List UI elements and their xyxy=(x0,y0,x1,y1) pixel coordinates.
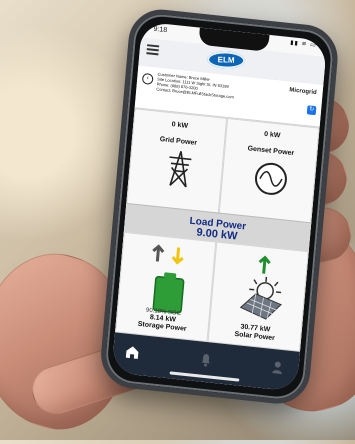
genset-power-value: 0 kW xyxy=(263,130,281,140)
app-screen: 9:18 ▮▮ ≋ ▭ ELM ‹ Customer Name: Bruce M… xyxy=(111,21,328,392)
status-icons: ▮▮ ≋ ▭ xyxy=(289,40,317,49)
home-icon[interactable] xyxy=(123,342,142,362)
info-icon[interactable]: ↻ xyxy=(306,105,317,116)
grid-power-card[interactable]: 0 kW Grid Power xyxy=(125,108,228,219)
back-arrow-icon[interactable]: ‹ xyxy=(141,72,154,85)
solar-power-card[interactable]: 30.77 kW Solar Power xyxy=(207,241,309,352)
solar-panel-icon xyxy=(239,276,282,321)
bell-icon[interactable] xyxy=(196,350,215,370)
status-time: 9:18 xyxy=(153,25,168,35)
grid-power-value: 0 kW xyxy=(171,121,189,130)
storage-power-card[interactable]: 90.18% SOC 8.14 kW Storage Power xyxy=(115,231,217,343)
power-dashboard: 0 kW Grid Power 0 kW Genset Power Load P… xyxy=(115,108,320,352)
user-icon[interactable] xyxy=(268,358,287,378)
genset-power-card[interactable]: 0 kW Genset Power xyxy=(218,117,320,229)
generator-sine-icon xyxy=(254,162,287,195)
photo-background: 9:18 ▮▮ ≋ ▭ ELM ‹ Customer Name: Bruce M… xyxy=(0,0,355,444)
customer-lines: Customer Name: Bruce Miller Site Locatio… xyxy=(156,71,263,102)
home-indicator xyxy=(169,371,240,382)
smartphone: 9:18 ▮▮ ≋ ▭ ELM ‹ Customer Name: Bruce M… xyxy=(98,6,341,407)
elm-logo: ELM xyxy=(207,50,246,70)
hamburger-menu-icon[interactable] xyxy=(146,44,160,56)
power-tower-icon xyxy=(169,151,192,188)
microgrid-label: Microgrid xyxy=(289,87,317,97)
